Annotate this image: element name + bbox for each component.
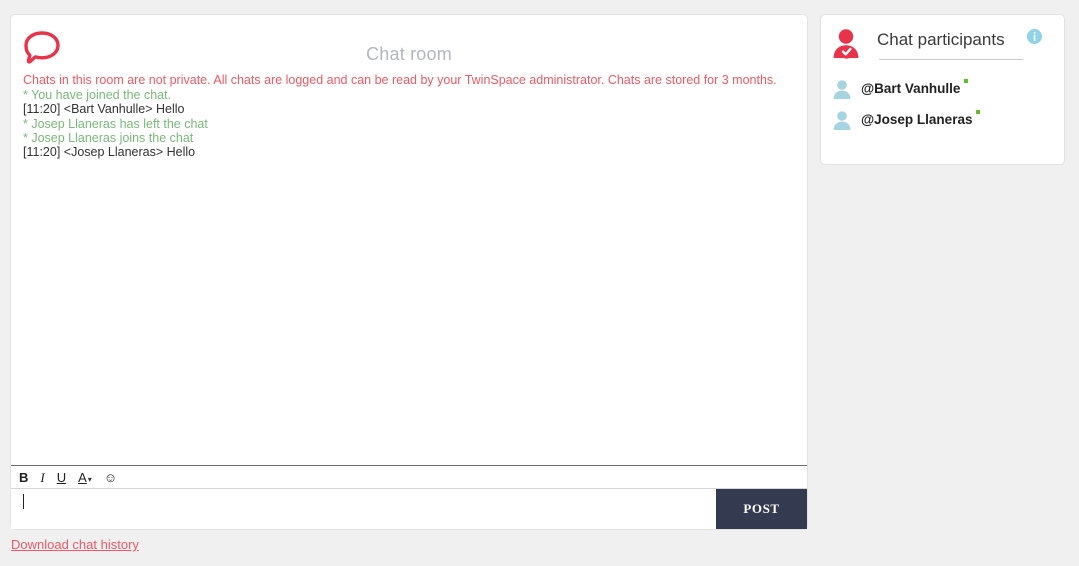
chat-log-line: * You have joined the chat. <box>23 88 172 103</box>
status-badge <box>976 110 981 114</box>
post-button[interactable]: POST <box>716 489 807 529</box>
chevron-down-icon: ▾ <box>87 474 92 484</box>
avatar-icon <box>831 78 853 100</box>
avatar-icon <box>831 109 853 131</box>
emoji-icon[interactable]: ☺ <box>104 471 117 484</box>
participant-name: @Josep Llaneras <box>861 112 973 127</box>
download-chat-history-link[interactable]: Download chat history <box>11 537 139 552</box>
participant-list: @Bart Vanhulle @Josep Llaneras <box>821 73 1064 135</box>
chat-log-line: * Josep Llaneras has left the chat <box>23 116 208 131</box>
chat-privacy-warning: Chats in this room are not private. All … <box>23 73 777 87</box>
page-title: Chat room <box>366 44 452 64</box>
text-color-icon: A <box>78 469 87 485</box>
text-caret <box>23 494 24 510</box>
info-icon[interactable] <box>1027 29 1042 44</box>
list-item[interactable]: @Josep Llaneras <box>821 104 1064 135</box>
message-input[interactable] <box>11 489 716 529</box>
text-color-button[interactable]: A▾ <box>78 471 92 484</box>
chat-header: Chat room <box>11 15 807 73</box>
participants-title: Chat participants <box>877 30 1005 49</box>
editor-toolbar: B I U A▾ ☺ <box>11 465 807 489</box>
italic-icon[interactable]: I <box>40 471 44 484</box>
status-badge <box>964 79 969 83</box>
chat-log: Chats in this room are not private. All … <box>11 73 807 465</box>
message-composer: POST <box>11 489 807 529</box>
chat-log-line: [11:20] <Bart Vanhulle> Hello <box>23 102 185 117</box>
title-divider <box>879 59 1023 60</box>
chat-log-line: * Josep Llaneras joins the chat <box>23 130 194 145</box>
list-item[interactable]: @Bart Vanhulle <box>821 73 1064 104</box>
bold-icon[interactable]: B <box>19 471 28 484</box>
participants-panel: Chat participants @Bart Vanhulle @Josep … <box>820 14 1065 165</box>
participant-name: @Bart Vanhulle <box>861 81 961 96</box>
chat-log-line: [11:20] <Josep Llaneras> Hello <box>23 145 196 160</box>
person-check-icon <box>829 27 863 61</box>
underline-icon[interactable]: U <box>57 471 66 484</box>
participants-header: Chat participants <box>821 15 1064 71</box>
chat-panel: Chat room Chats in this room are not pri… <box>10 14 808 530</box>
